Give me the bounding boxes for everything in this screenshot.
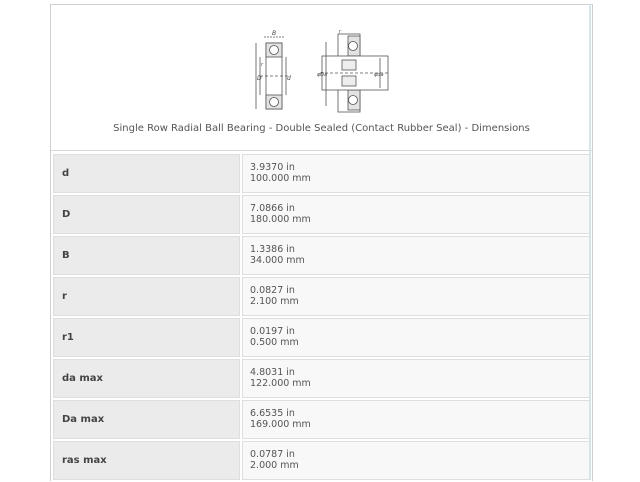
value-mm: 169.000 mm (250, 419, 311, 431)
row-label: r1 (53, 317, 240, 357)
diagram-header: B r D d r φDa φda Single Row Radial Ball… (51, 5, 592, 151)
row-label: B (53, 235, 240, 275)
table-row: r1 0.0197 in 0.500 mm (53, 317, 590, 357)
value-in: 6.6535 in (250, 408, 295, 420)
value-in: 0.0827 in (250, 285, 295, 297)
label-da: φda (374, 72, 384, 78)
value-mm: 2.100 mm (250, 296, 299, 308)
value-mm: 2.000 mm (250, 460, 299, 472)
value-mm: 122.000 mm (250, 378, 311, 390)
label-B: B (272, 30, 276, 37)
table-row: ras max 0.0787 in 2.000 mm (53, 440, 590, 480)
table-row: B 1.3386 in 34.000 mm (53, 235, 590, 275)
row-label: D (53, 194, 240, 234)
table-row: d 3.9370 in 100.000 mm (53, 154, 590, 193)
value-in: 4.8031 in (250, 367, 295, 379)
value-mm: 0.500 mm (250, 337, 299, 349)
row-value: 0.0827 in 2.100 mm (242, 276, 590, 316)
row-value: 0.0197 in 0.500 mm (242, 317, 590, 357)
value-mm: 100.000 mm (250, 173, 311, 185)
value-mm: 180.000 mm (250, 214, 311, 226)
bearing-cross-section (255, 36, 288, 110)
row-label: da max (53, 358, 240, 398)
label-D: D (257, 75, 262, 82)
value-in: 3.9370 in (250, 162, 295, 174)
value-in: 1.3386 in (250, 244, 295, 256)
table-row: D 7.0866 in 180.000 mm (53, 194, 590, 234)
table-row: Da max 6.6535 in 169.000 mm (53, 399, 590, 439)
value-in: 0.0787 in (250, 449, 295, 461)
row-label: r (53, 276, 240, 316)
value-in: 7.0866 in (250, 203, 295, 215)
right-border (589, 4, 591, 480)
row-value: 0.0787 in 2.000 mm (242, 440, 590, 480)
row-value: 1.3386 in 34.000 mm (242, 235, 590, 275)
row-label: Da max (53, 399, 240, 439)
row-value: 7.0866 in 180.000 mm (242, 194, 590, 234)
dimensions-panel: B r D d r φDa φda Single Row Radial Ball… (50, 4, 593, 481)
label-r-left: r (261, 62, 264, 68)
row-value: 6.6535 in 169.000 mm (242, 399, 590, 439)
label-d: d (287, 75, 291, 82)
label-Da: φDa (317, 72, 327, 78)
dimensions-table: d 3.9370 in 100.000 mm D 7.0866 in 180.0… (53, 154, 590, 482)
value-mm: 34.000 mm (250, 255, 305, 267)
table-row: r 0.0827 in 2.100 mm (53, 276, 590, 316)
row-label: ras max (53, 440, 240, 480)
row-value: 3.9370 in 100.000 mm (242, 154, 590, 193)
bearing-dimension-diagram: B r D d r φDa φda (255, 29, 390, 113)
row-value: 4.8031 in 122.000 mm (242, 358, 590, 398)
row-label: d (53, 154, 240, 193)
value-in: 0.0197 in (250, 326, 295, 338)
diagram-caption: Single Row Radial Ball Bearing - Double … (113, 123, 530, 134)
table-row: da max 4.8031 in 122.000 mm (53, 358, 590, 398)
